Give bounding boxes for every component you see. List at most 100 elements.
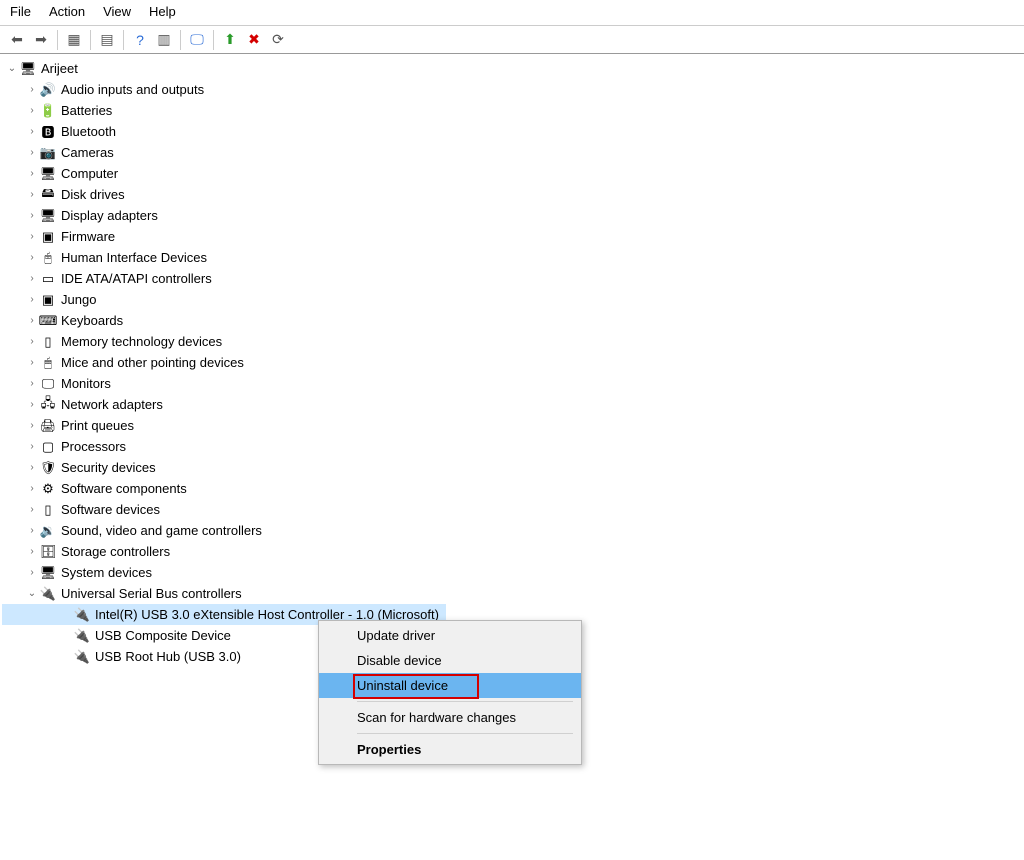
usb-device-icon: 🔌	[74, 607, 90, 623]
category-label: Software devices	[59, 501, 162, 518]
expand-arrow-icon[interactable]: ›	[26, 210, 38, 221]
expand-arrow-icon[interactable]: ›	[26, 483, 38, 494]
category-label: Computer	[59, 165, 120, 182]
expand-arrow-icon[interactable]: ›	[26, 252, 38, 263]
expand-arrow-icon[interactable]: ›	[26, 105, 38, 116]
tree-category[interactable]: ›🔋Batteries	[2, 100, 1022, 121]
menu-file[interactable]: File	[10, 4, 31, 19]
tree-category[interactable]: ›🖧Network adapters	[2, 394, 1022, 415]
expand-arrow-icon[interactable]: ›	[26, 357, 38, 368]
expand-arrow-icon[interactable]: ›	[26, 315, 38, 326]
category-label: Jungo	[59, 291, 98, 308]
separator	[180, 30, 181, 50]
forward-icon[interactable]: ➡	[30, 29, 52, 51]
category-label: Display adapters	[59, 207, 160, 224]
category-icon: 🗄	[40, 544, 56, 560]
category-label: Storage controllers	[59, 543, 172, 560]
expand-arrow-icon[interactable]: ›	[26, 546, 38, 557]
expand-arrow-icon[interactable]: ›	[26, 504, 38, 515]
usb-device-icon: 🔌	[74, 649, 90, 665]
tree-category[interactable]: ›▯Software devices	[2, 499, 1022, 520]
expand-arrow-icon[interactable]: ›	[26, 567, 38, 578]
tree-category[interactable]: ›🖨Print queues	[2, 415, 1022, 436]
tree-category[interactable]: ›🖥Computer	[2, 163, 1022, 184]
expand-arrow-icon[interactable]: ›	[26, 168, 38, 179]
tree-category[interactable]: ›🛡Security devices	[2, 457, 1022, 478]
tree-category[interactable]: ›🖱Mice and other pointing devices	[2, 352, 1022, 373]
view-icon[interactable]: ▥	[153, 29, 175, 51]
expand-arrow-icon[interactable]: ›	[26, 189, 38, 200]
ctx-update-driver[interactable]: Update driver	[319, 623, 581, 648]
tree-category[interactable]: ›▭IDE ATA/ATAPI controllers	[2, 268, 1022, 289]
tree-category[interactable]: ›🗄Storage controllers	[2, 541, 1022, 562]
category-label: Human Interface Devices	[59, 249, 209, 266]
expand-arrow-icon[interactable]: ›	[26, 420, 38, 431]
usb-icon: 🔌	[40, 586, 56, 602]
menu-view[interactable]: View	[103, 4, 131, 19]
tree-category-usb[interactable]: ⌄ 🔌 Universal Serial Bus controllers	[2, 583, 1022, 604]
expand-arrow-icon[interactable]: ›	[26, 294, 38, 305]
device-tree: ⌄ 🖥 Arijeet ›🔊Audio inputs and outputs›🔋…	[0, 54, 1024, 671]
category-icon: 🖥	[40, 208, 56, 224]
category-icon: ▯	[40, 502, 56, 518]
expand-arrow-icon[interactable]: ›	[26, 126, 38, 137]
device-label: USB Root Hub (USB 3.0)	[93, 648, 243, 665]
category-icon: ▣	[40, 229, 56, 245]
expand-arrow-icon[interactable]: ›	[26, 84, 38, 95]
category-icon: 🖱	[40, 355, 56, 371]
expand-arrow-icon[interactable]: ›	[26, 378, 38, 389]
ctx-properties[interactable]: Properties	[319, 737, 581, 762]
add-hardware-icon[interactable]: ⬆	[219, 29, 241, 51]
menu-help[interactable]: Help	[149, 4, 176, 19]
expand-arrow-icon[interactable]: ›	[26, 231, 38, 242]
show-hide-tree-icon[interactable]: ▦	[63, 29, 85, 51]
monitor-icon[interactable]: 🖵	[186, 29, 208, 51]
collapse-arrow-icon[interactable]: ⌄	[6, 63, 18, 74]
toolbar: ⬅ ➡ ▦ ▤ ? ▥ 🖵 ⬆ ✖ ⟳	[0, 26, 1024, 54]
tree-category[interactable]: ›⌨Keyboards	[2, 310, 1022, 331]
expand-arrow-icon[interactable]: ›	[26, 441, 38, 452]
properties-icon[interactable]: ▤	[96, 29, 118, 51]
ctx-uninstall-device[interactable]: Uninstall device	[319, 673, 581, 698]
tree-category[interactable]: ›▢Processors	[2, 436, 1022, 457]
collapse-arrow-icon[interactable]: ⌄	[26, 588, 38, 599]
separator	[357, 701, 573, 702]
tree-category[interactable]: ›🅱Bluetooth	[2, 121, 1022, 142]
tree-category[interactable]: ›▣Firmware	[2, 226, 1022, 247]
category-label: Universal Serial Bus controllers	[59, 585, 244, 602]
ctx-scan-hardware[interactable]: Scan for hardware changes	[319, 705, 581, 730]
expand-arrow-icon[interactable]: ›	[26, 399, 38, 410]
category-label: System devices	[59, 564, 154, 581]
expand-arrow-icon[interactable]: ›	[26, 336, 38, 347]
device-label: USB Composite Device	[93, 627, 233, 644]
tree-category[interactable]: ›🖴Disk drives	[2, 184, 1022, 205]
context-menu: Update driver Disable device Uninstall d…	[318, 620, 582, 765]
tree-category[interactable]: ›🖵Monitors	[2, 373, 1022, 394]
tree-category[interactable]: ›⚙Software components	[2, 478, 1022, 499]
tree-category[interactable]: ›🖥System devices	[2, 562, 1022, 583]
category-icon: 🔉	[40, 523, 56, 539]
tree-category[interactable]: ›📷Cameras	[2, 142, 1022, 163]
tree-category[interactable]: ›▯Memory technology devices	[2, 331, 1022, 352]
expand-arrow-icon[interactable]: ›	[26, 462, 38, 473]
root-node[interactable]: ⌄ 🖥 Arijeet	[2, 58, 1022, 79]
category-icon: 🖨	[40, 418, 56, 434]
tree-category[interactable]: ›🖰Human Interface Devices	[2, 247, 1022, 268]
scan-icon[interactable]: ⟳	[267, 29, 289, 51]
tree-category[interactable]: ›🖥Display adapters	[2, 205, 1022, 226]
expand-arrow-icon[interactable]: ›	[26, 525, 38, 536]
ctx-disable-device[interactable]: Disable device	[319, 648, 581, 673]
expand-arrow-icon[interactable]: ›	[26, 147, 38, 158]
separator	[123, 30, 124, 50]
category-icon: 🖰	[40, 250, 56, 266]
tree-category[interactable]: ›🔉Sound, video and game controllers	[2, 520, 1022, 541]
remove-icon[interactable]: ✖	[243, 29, 265, 51]
back-icon[interactable]: ⬅	[6, 29, 28, 51]
category-icon: 📷	[40, 145, 56, 161]
expand-arrow-icon[interactable]: ›	[26, 273, 38, 284]
category-label: Software components	[59, 480, 189, 497]
help-icon[interactable]: ?	[129, 29, 151, 51]
menu-action[interactable]: Action	[49, 4, 85, 19]
tree-category[interactable]: ›▣Jungo	[2, 289, 1022, 310]
tree-category[interactable]: ›🔊Audio inputs and outputs	[2, 79, 1022, 100]
